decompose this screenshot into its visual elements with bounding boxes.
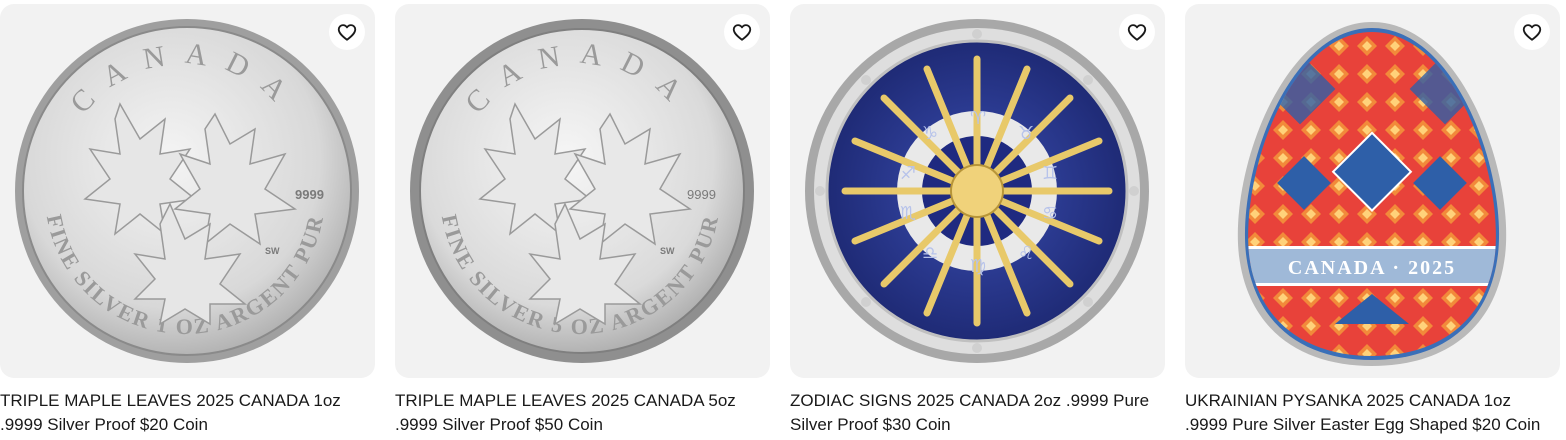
svg-text:♏: ♏ (900, 203, 916, 224)
pysanka-coin-image: CANADA · 2025 (1237, 22, 1507, 366)
listing-card[interactable]: CANADA FINE SILVER 1 OZ ARGENT PUR 9999 … (0, 4, 375, 437)
listing-card[interactable]: ♈ ♉ ♊ ♋ ♌ ♍ ♎ ♏ ♐ ♑ ZODIAC SIGNS 2025 CANADA … (790, 4, 1165, 437)
heart-outline-icon (1127, 24, 1147, 41)
listing-image[interactable]: CANADA FINE SILVER 1 OZ ARGENT PUR 9999 … (0, 4, 375, 378)
coin-legend-band: CANADA · 2025 (1288, 257, 1456, 279)
svg-text:♋: ♋ (1042, 203, 1058, 224)
favorite-button[interactable] (1514, 14, 1550, 50)
coin-designer-mark: SW (265, 246, 280, 256)
favorite-button[interactable] (329, 14, 365, 50)
favorite-button[interactable] (1119, 14, 1155, 50)
svg-text:♈: ♈ (970, 108, 986, 129)
svg-text:♌: ♌ (1018, 243, 1034, 264)
listing-title[interactable]: TRIPLE MAPLE LEAVES 2025 CANADA 1oz .999… (0, 389, 372, 437)
svg-text:♊: ♊ (1042, 163, 1058, 184)
listing-title[interactable]: UKRAINIAN PYSANKA 2025 CANADA 1oz .9999 … (1185, 389, 1557, 437)
svg-text:♉: ♉ (1018, 123, 1034, 144)
listing-row: CANADA FINE SILVER 1 OZ ARGENT PUR 9999 … (0, 0, 1566, 440)
heart-outline-icon (337, 24, 357, 41)
coin-purity-mark: 9999 (687, 187, 716, 202)
listing-image[interactable]: CANADA · 2025 (1185, 4, 1560, 378)
svg-text:♑: ♑ (922, 123, 938, 144)
svg-text:♐: ♐ (900, 163, 916, 184)
coin-designer-mark: SW (660, 246, 675, 256)
listing-title[interactable]: ZODIAC SIGNS 2025 CANADA 2oz .9999 Pure … (790, 389, 1162, 437)
listing-card[interactable]: CANADA · 2025 UKRAINIAN PYSANKA 2025 CAN… (1185, 4, 1560, 437)
listing-card[interactable]: CANADA FINE SILVER 5 OZ ARGENT PUR 9999 … (395, 4, 770, 437)
listing-image[interactable]: ♈ ♉ ♊ ♋ ♌ ♍ ♎ ♏ ♐ ♑ (790, 4, 1165, 378)
maple-coin-image: CANADA FINE SILVER 5 OZ ARGENT PUR 9999 … (410, 19, 754, 363)
svg-text:♎: ♎ (922, 243, 938, 264)
favorite-button[interactable] (724, 14, 760, 50)
svg-text:♍: ♍ (970, 256, 986, 277)
maple-coin-image: CANADA FINE SILVER 1 OZ ARGENT PUR 9999 … (15, 19, 359, 363)
listing-image[interactable]: CANADA FINE SILVER 5 OZ ARGENT PUR 9999 … (395, 4, 770, 378)
heart-outline-icon (732, 24, 752, 41)
zodiac-coin-image: ♈ ♉ ♊ ♋ ♌ ♍ ♎ ♏ ♐ ♑ (805, 19, 1149, 363)
coin-purity-mark: 9999 (295, 187, 324, 202)
heart-outline-icon (1522, 24, 1542, 41)
listing-title[interactable]: TRIPLE MAPLE LEAVES 2025 CANADA 5oz .999… (395, 389, 767, 437)
